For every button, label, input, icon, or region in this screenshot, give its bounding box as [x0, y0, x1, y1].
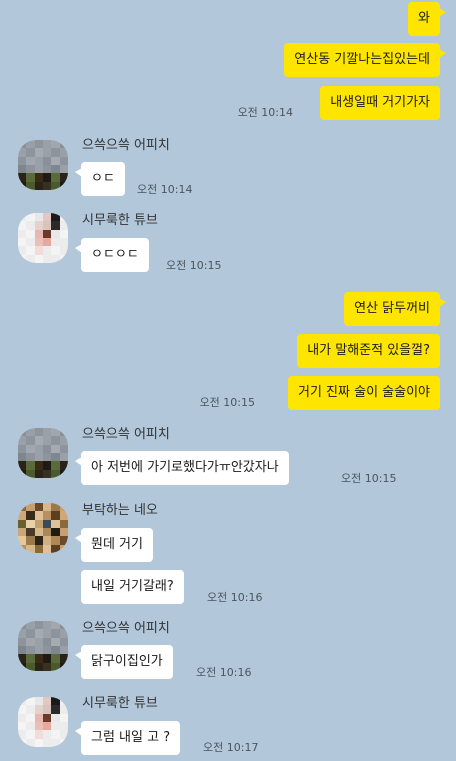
sender-name: 시무룩한 튜브 — [82, 696, 158, 711]
message-timestamp: 오전 10:15 — [199, 396, 255, 409]
sender-name: 으쓱으쓱 어피치 — [82, 138, 170, 153]
message-bubble-other[interactable]: 아 저번에 가기로했다가ㅠ안갔자나 — [75, 451, 289, 485]
avatar-apeach[interactable] — [18, 621, 68, 671]
message-bubble-other[interactable]: 닭구이집인가 — [75, 645, 173, 679]
message-timestamp: 오전 10:15 — [166, 259, 222, 272]
message-timestamp: 오전 10:14 — [237, 106, 293, 119]
message-bubble-other[interactable]: 내일 거기갈래? — [81, 570, 184, 604]
avatar-neo[interactable] — [18, 503, 68, 553]
message-bubble-other[interactable]: 그럼 내일 고 ? — [74, 721, 181, 755]
message-bubble-mine[interactable]: 연산 닭두꺼비 — [344, 292, 446, 326]
message-bubble-mine[interactable]: 연산동 기깔나는집있는데 — [284, 43, 446, 77]
sender-name: 시무룩한 튜브 — [82, 213, 158, 228]
message-timestamp: 오전 10:15 — [341, 472, 397, 485]
sender-name: 부탁하는 네오 — [82, 503, 158, 518]
message-bubble-mine[interactable]: 내가 말해준적 있을껄? — [297, 334, 440, 368]
message-bubble-other[interactable]: 뭔데 거기 — [75, 528, 153, 562]
avatar-tube[interactable] — [18, 213, 68, 263]
sender-name: 으쓱으쓱 어피치 — [82, 427, 170, 442]
message-bubble-other[interactable]: ㅇㄷ — [75, 162, 125, 196]
avatar-apeach[interactable] — [18, 140, 68, 190]
message-bubble-mine[interactable]: 거기 진짜 술이 술술이야 — [288, 376, 440, 410]
message-timestamp: 오전 10:14 — [137, 183, 193, 196]
message-bubble-mine[interactable]: 내생일때 거기가자 — [320, 86, 440, 120]
avatar-tube[interactable] — [18, 697, 68, 747]
message-bubble-other[interactable]: ㅇㄷㅇㄷ — [75, 238, 149, 272]
message-timestamp: 오전 10:16 — [196, 666, 252, 679]
message-bubble-mine[interactable]: 와 — [408, 2, 446, 36]
message-timestamp: 오전 10:17 — [203, 741, 259, 754]
avatar-apeach[interactable] — [18, 428, 68, 478]
sender-name: 으쓱으쓱 어피치 — [82, 621, 170, 636]
message-timestamp: 오전 10:16 — [207, 591, 263, 604]
